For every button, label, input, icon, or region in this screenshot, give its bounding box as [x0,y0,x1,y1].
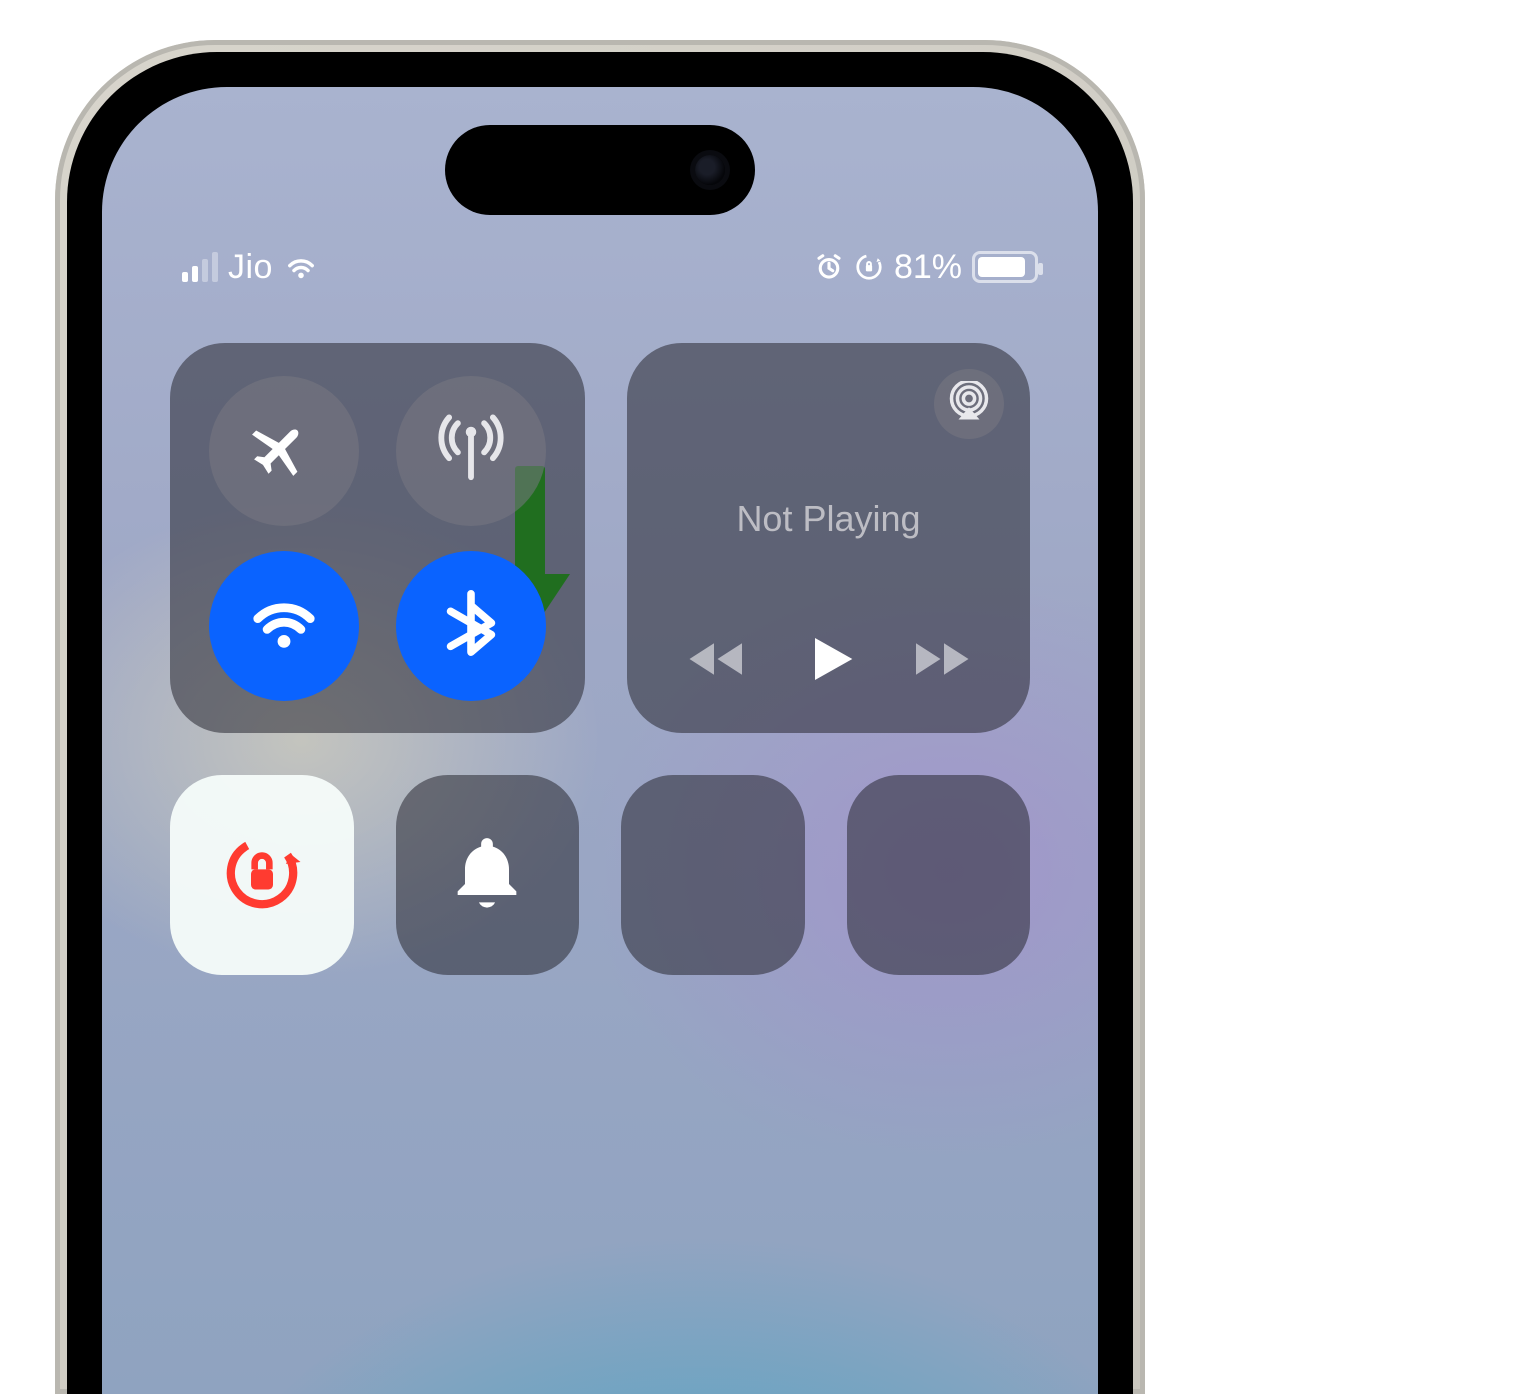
rotation-lock-icon [218,829,306,922]
battery-percentage: 81% [894,248,962,287]
bluetooth-icon [436,588,506,663]
rewind-button[interactable] [686,634,756,684]
dynamic-island [445,125,755,215]
wifi-status-icon [283,253,319,281]
bluetooth-toggle[interactable] [396,551,546,701]
cc-tile-blank-1[interactable] [621,775,805,975]
play-button[interactable] [801,631,857,687]
cellular-data-toggle[interactable] [396,376,546,526]
cc-row-1: Not Playing [170,343,1030,733]
airplay-icon [948,381,990,428]
status-right: 81% [814,248,1038,287]
rotation-lock-toggle[interactable] [170,775,354,975]
wifi-icon [249,588,319,663]
media-panel[interactable]: Not Playing [627,343,1030,733]
status-left: Jio [182,248,319,287]
do-not-disturb-toggle[interactable] [396,775,580,975]
status-bar: Jio [102,242,1098,292]
cellular-antenna-icon [436,413,506,488]
carrier-label: Jio [228,248,273,287]
airplane-mode-toggle[interactable] [209,376,359,526]
front-camera [695,155,725,185]
cc-row-2 [170,775,1030,975]
cc-tile-blank-2[interactable] [847,775,1031,975]
media-controls [627,631,1030,687]
forward-button[interactable] [902,634,972,684]
connectivity-panel[interactable] [170,343,585,733]
battery-icon [972,251,1038,283]
orientation-lock-small-icon [854,252,884,282]
bell-icon [443,829,531,922]
screen: Jio [102,87,1098,1394]
control-center: Not Playing [170,343,1030,975]
phone-bezel: Jio [67,52,1133,1394]
phone-frame: Jio [55,40,1145,1394]
airplane-icon [249,413,319,488]
now-playing-title: Not Playing [627,498,1030,540]
airplay-button[interactable] [934,369,1004,439]
wifi-toggle[interactable] [209,551,359,701]
signal-strength-icon [182,252,218,282]
alarm-icon [814,252,844,282]
